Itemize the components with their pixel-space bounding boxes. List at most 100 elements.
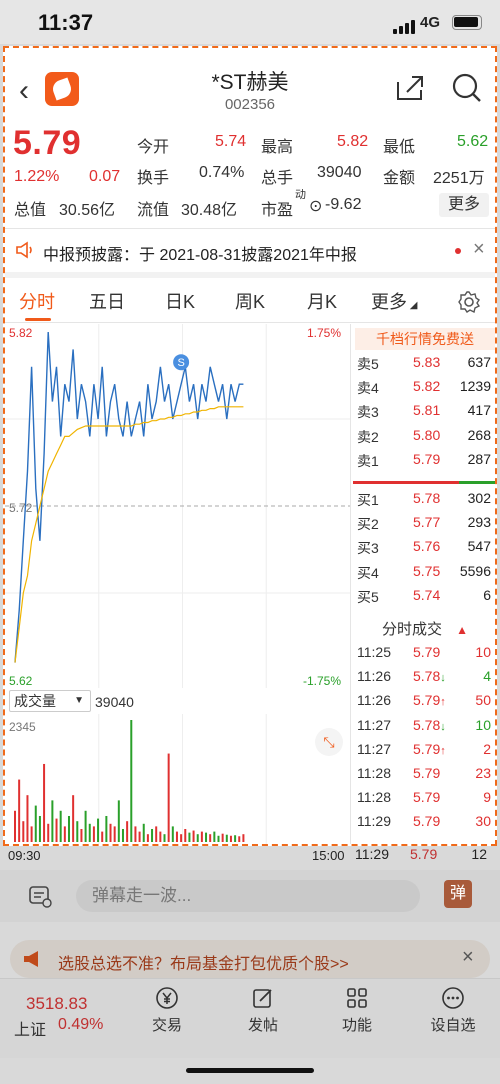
volume-bar xyxy=(171,826,174,842)
trade-price: 5.79↑ xyxy=(413,692,446,708)
pe-value-prefix: ⊙ xyxy=(309,198,323,215)
high-value: 5.82 xyxy=(337,133,369,150)
trade-price: 5.79 xyxy=(413,765,440,781)
close-icon[interactable]: × xyxy=(462,946,474,969)
volume-indicator-select[interactable]: 成交量 ▼ xyxy=(9,690,91,712)
bid-row[interactable]: 买1 5.78 302 xyxy=(357,490,495,510)
tab-five-day[interactable]: 五日 xyxy=(89,288,125,314)
volume-bar xyxy=(38,815,41,842)
bid-row[interactable]: 买5 5.74 6 xyxy=(357,587,495,607)
trade-price-value: 5.78 xyxy=(413,716,441,733)
battery-icon xyxy=(452,15,482,30)
trade-price-value: 5.79 xyxy=(413,644,441,660)
comment-list-icon[interactable] xyxy=(28,884,52,908)
volume-bar xyxy=(175,831,178,842)
tab-more[interactable]: 更多 ◢ xyxy=(371,288,417,314)
change-amount: 0.07 xyxy=(89,168,121,185)
trade-row: 11:25 5.79 10 xyxy=(357,644,495,664)
more-quote-button[interactable]: 更多 xyxy=(439,193,489,217)
volume-bar xyxy=(205,832,208,842)
order-volume: 302 xyxy=(467,490,491,506)
bid-row[interactable]: 买3 5.76 547 xyxy=(357,538,495,558)
order-volume: 293 xyxy=(467,514,491,531)
announcement-bar[interactable]: 中报预披露：于 2021-08-31披露2021年中报 × xyxy=(5,230,495,270)
index-name[interactable]: 上证 xyxy=(14,1016,46,1040)
volume-bar xyxy=(159,831,162,842)
nav-functions[interactable]: 功能 xyxy=(322,986,392,1035)
volume-chart[interactable] xyxy=(5,714,350,844)
chart-start-time: 09:30 xyxy=(8,848,41,863)
megaphone-icon xyxy=(24,951,38,967)
amount-value: 2251万 xyxy=(433,170,485,187)
ask-row[interactable]: 卖3 5.81 417 xyxy=(357,402,495,422)
volume-bar xyxy=(151,828,154,842)
order-level: 卖3 xyxy=(357,404,379,421)
turnover-value: 0.74% xyxy=(199,164,245,181)
index-percent[interactable]: 0.49% xyxy=(58,1016,103,1034)
tab-monthly-k[interactable]: 月K xyxy=(307,288,337,314)
volume-bar xyxy=(188,832,191,842)
ad-banner[interactable]: 选股总选不准？布局基金打包优质个股>> × xyxy=(10,940,490,978)
trade-price-value: 5.79 xyxy=(413,740,441,757)
chart-end-time: 15:00 xyxy=(312,848,345,863)
trade-time: 11:27 xyxy=(357,716,391,733)
trades-title-label: 分时成交 xyxy=(382,621,443,638)
volume-bar xyxy=(72,795,75,842)
volume-bar xyxy=(34,805,37,842)
chevron-up-icon: ▲ xyxy=(456,623,468,637)
nav-trade[interactable]: 交易 xyxy=(132,986,202,1035)
signal-icon xyxy=(393,20,415,34)
ask-row[interactable]: 卖5 5.83 637 xyxy=(357,354,495,374)
volume-value: 39040 xyxy=(317,164,362,181)
trade-row: 11:28 5.79 23 xyxy=(357,765,495,785)
pe-superscript: 动 xyxy=(295,189,306,201)
trade-time: 11:29 xyxy=(355,846,389,862)
tab-daily-k[interactable]: 日K xyxy=(165,288,195,314)
network-type: 4G xyxy=(420,14,441,31)
expand-icon[interactable]: ⤡ xyxy=(315,728,343,756)
trade-row: 11:27 5.79↑ 2 xyxy=(357,740,495,761)
volume-max-label: 2345 xyxy=(9,720,36,734)
nav-post[interactable]: 发帖 xyxy=(228,986,298,1035)
order-level: 卖1 xyxy=(357,452,379,469)
volume-bar xyxy=(155,826,158,842)
low-label: 最低 xyxy=(383,139,416,156)
nav-add-watchlist[interactable]: 设自选 xyxy=(418,986,488,1035)
danmaku-button[interactable]: 弹 xyxy=(444,880,472,908)
order-level: 卖4 xyxy=(357,380,379,397)
bid-row[interactable]: 买2 5.77 293 xyxy=(357,514,495,534)
ask-row[interactable]: 卖4 5.82 1239 xyxy=(357,378,495,398)
search-icon[interactable] xyxy=(451,72,483,104)
tab-intraday[interactable]: 分时 xyxy=(19,288,55,314)
intraday-price-chart[interactable]: S xyxy=(5,324,350,688)
gear-icon[interactable] xyxy=(457,290,481,314)
volume-bar xyxy=(43,763,46,842)
promo-banner[interactable]: 千档行情免费送 xyxy=(355,328,495,350)
share-icon[interactable] xyxy=(395,74,425,102)
volume-bar xyxy=(146,834,149,842)
ad-text: 选股总选不准？布局基金打包优质个股>> xyxy=(58,956,349,973)
tab-weekly-k[interactable]: 周K xyxy=(235,288,265,314)
index-value[interactable]: 3518.83 xyxy=(26,994,87,1014)
order-level: 买5 xyxy=(357,588,379,605)
close-icon[interactable]: × xyxy=(473,238,485,261)
volume-bar xyxy=(163,834,166,842)
trade-row: 11:28 5.79 9 xyxy=(357,789,495,809)
trade-price: 5.79 xyxy=(413,644,440,660)
volume-bar xyxy=(134,826,137,842)
trades-title[interactable]: 分时成交 ▲ xyxy=(355,618,495,639)
trade-row: 11:26 5.78↓ 4 xyxy=(357,668,495,688)
volume-bar xyxy=(200,831,203,842)
volume-bar xyxy=(113,826,116,842)
trade-price: 5.78↓ xyxy=(413,668,446,684)
ask-row[interactable]: 卖2 5.80 268 xyxy=(357,427,495,447)
order-level: 买3 xyxy=(357,540,379,557)
danmaku-input[interactable]: 弹幕走一波... xyxy=(76,880,420,912)
volume-bar xyxy=(242,834,245,842)
ask-row[interactable]: 卖1 5.79 287 xyxy=(357,450,495,471)
bid-row[interactable]: 买4 5.75 5596 xyxy=(357,563,495,583)
float-cap-label: 流值 xyxy=(137,202,170,219)
volume-bar xyxy=(101,831,104,842)
volume-bar xyxy=(26,795,29,842)
order-price: 5.79 xyxy=(413,450,441,467)
